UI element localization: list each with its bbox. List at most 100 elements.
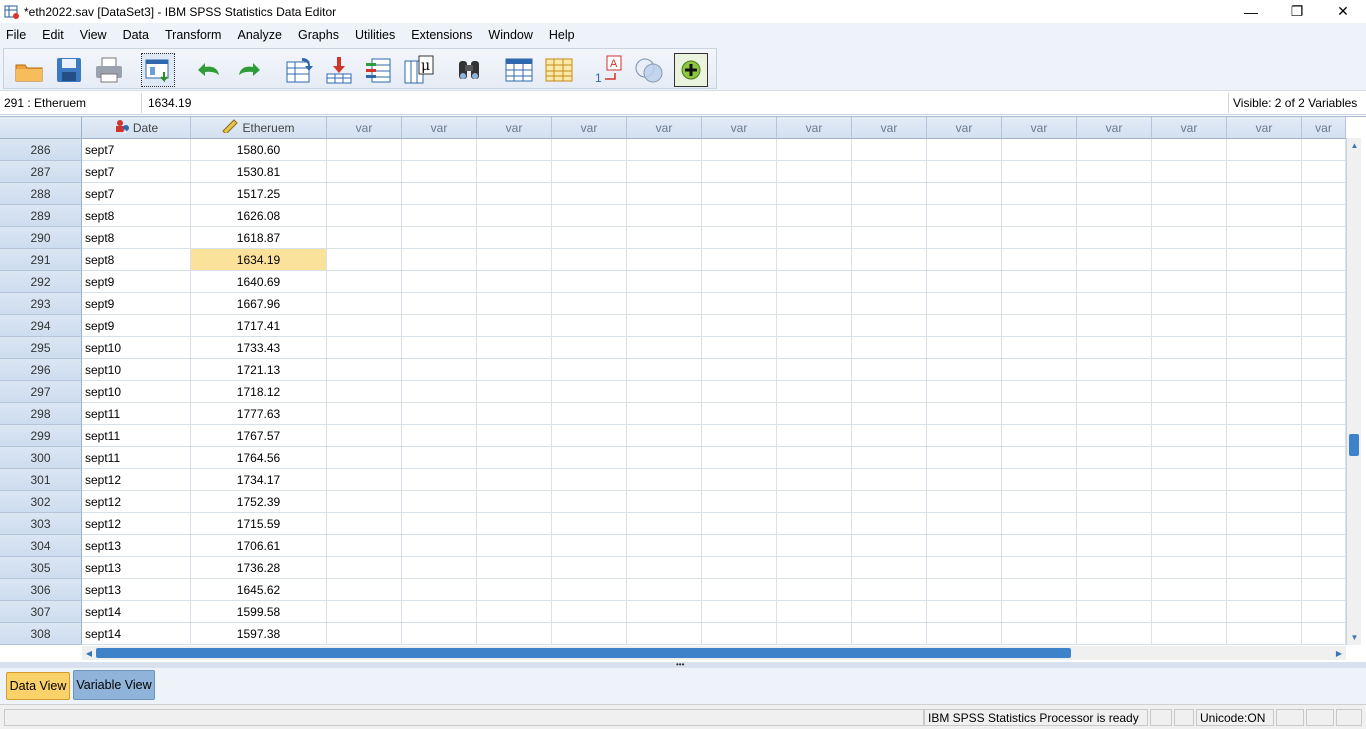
open-folder-icon[interactable] (12, 53, 46, 87)
column-header-var[interactable]: var (777, 117, 852, 139)
cell-empty[interactable] (1302, 249, 1346, 271)
cell-empty[interactable] (627, 359, 702, 381)
cell-empty[interactable] (552, 535, 627, 557)
maximize-button[interactable]: ❐ (1274, 0, 1320, 23)
cell-empty[interactable] (777, 359, 852, 381)
cell-empty[interactable] (777, 337, 852, 359)
cell-empty[interactable] (1152, 337, 1227, 359)
cell-empty[interactable] (1302, 469, 1346, 491)
cell-empty[interactable] (402, 139, 477, 161)
cell-empty[interactable] (627, 579, 702, 601)
menu-analyze[interactable]: Analyze (231, 28, 287, 42)
close-button[interactable]: ✕ (1320, 0, 1366, 23)
cell-empty[interactable] (777, 491, 852, 513)
cell-empty[interactable] (702, 601, 777, 623)
cell-empty[interactable] (1227, 183, 1302, 205)
cell-empty[interactable] (927, 601, 1002, 623)
cell-empty[interactable] (927, 359, 1002, 381)
save-icon[interactable] (52, 53, 86, 87)
cell-empty[interactable] (852, 249, 927, 271)
cell-empty[interactable] (1152, 205, 1227, 227)
cell-empty[interactable] (1077, 491, 1152, 513)
cell-empty[interactable] (1227, 491, 1302, 513)
cell-etheruem-selected[interactable]: 1634.19 (191, 249, 327, 271)
cell-date[interactable]: sept13 (82, 557, 191, 579)
cell-empty[interactable] (927, 491, 1002, 513)
cell-empty[interactable] (777, 205, 852, 227)
cell-empty[interactable] (402, 381, 477, 403)
row-header[interactable]: 290 (0, 227, 82, 249)
cell-empty[interactable] (1002, 403, 1077, 425)
scroll-right-icon[interactable]: ▶ (1332, 646, 1346, 660)
cell-empty[interactable] (477, 139, 552, 161)
column-header-var[interactable]: var (627, 117, 702, 139)
cell-empty[interactable] (1002, 579, 1077, 601)
cell-empty[interactable] (1002, 227, 1077, 249)
cell-empty[interactable] (552, 249, 627, 271)
cell-empty[interactable] (777, 557, 852, 579)
run-descriptives-icon[interactable]: μ (402, 53, 436, 87)
cell-empty[interactable] (402, 227, 477, 249)
cell-empty[interactable] (1227, 601, 1302, 623)
cell-empty[interactable] (702, 249, 777, 271)
horizontal-scrollbar[interactable]: ◀ ▶ (82, 646, 1346, 660)
cell-empty[interactable] (1227, 227, 1302, 249)
cell-empty[interactable] (402, 579, 477, 601)
cell-empty[interactable] (1077, 183, 1152, 205)
cell-empty[interactable] (1227, 359, 1302, 381)
cell-etheruem[interactable]: 1640.69 (191, 271, 327, 293)
undo-icon[interactable] (192, 53, 226, 87)
cell-empty[interactable] (477, 425, 552, 447)
cell-empty[interactable] (477, 227, 552, 249)
cell-date[interactable]: sept10 (82, 359, 191, 381)
cell-empty[interactable] (327, 535, 402, 557)
cell-etheruem[interactable]: 1706.61 (191, 535, 327, 557)
cell-empty[interactable] (777, 425, 852, 447)
cell-empty[interactable] (477, 183, 552, 205)
cell-empty[interactable] (1302, 557, 1346, 579)
cell-empty[interactable] (402, 183, 477, 205)
cell-empty[interactable] (852, 183, 927, 205)
cell-etheruem[interactable]: 1718.12 (191, 381, 327, 403)
cell-empty[interactable] (852, 271, 927, 293)
cell-empty[interactable] (477, 623, 552, 645)
cell-etheruem[interactable]: 1599.58 (191, 601, 327, 623)
cell-empty[interactable] (477, 403, 552, 425)
cell-empty[interactable] (552, 359, 627, 381)
cell-empty[interactable] (552, 447, 627, 469)
cell-empty[interactable] (1077, 623, 1152, 645)
cell-empty[interactable] (552, 293, 627, 315)
cell-empty[interactable] (1302, 601, 1346, 623)
cell-empty[interactable] (402, 205, 477, 227)
cell-empty[interactable] (1002, 601, 1077, 623)
row-header[interactable]: 289 (0, 205, 82, 227)
row-header[interactable]: 300 (0, 447, 82, 469)
go-to-variable-icon[interactable] (322, 53, 356, 87)
cell-empty[interactable] (1152, 249, 1227, 271)
cell-empty[interactable] (777, 469, 852, 491)
cell-empty[interactable] (852, 491, 927, 513)
cell-empty[interactable] (402, 469, 477, 491)
cell-empty[interactable] (852, 447, 927, 469)
cell-empty[interactable] (777, 183, 852, 205)
cell-empty[interactable] (1152, 183, 1227, 205)
cell-empty[interactable] (552, 491, 627, 513)
column-header-date[interactable]: a Date (82, 117, 191, 139)
row-header[interactable]: 308 (0, 623, 82, 645)
cell-empty[interactable] (927, 249, 1002, 271)
cell-empty[interactable] (402, 535, 477, 557)
cell-empty[interactable] (1227, 447, 1302, 469)
cell-date[interactable]: sept7 (82, 183, 191, 205)
cell-empty[interactable] (927, 579, 1002, 601)
menu-data[interactable]: Data (117, 28, 155, 42)
cell-empty[interactable] (627, 293, 702, 315)
cell-empty[interactable] (702, 623, 777, 645)
cell-empty[interactable] (702, 271, 777, 293)
scroll-down-icon[interactable]: ▼ (1347, 630, 1362, 645)
cell-etheruem[interactable]: 1667.96 (191, 293, 327, 315)
row-header[interactable]: 302 (0, 491, 82, 513)
cell-empty[interactable] (627, 623, 702, 645)
cell-empty[interactable] (627, 139, 702, 161)
cell-empty[interactable] (552, 205, 627, 227)
cell-empty[interactable] (777, 601, 852, 623)
